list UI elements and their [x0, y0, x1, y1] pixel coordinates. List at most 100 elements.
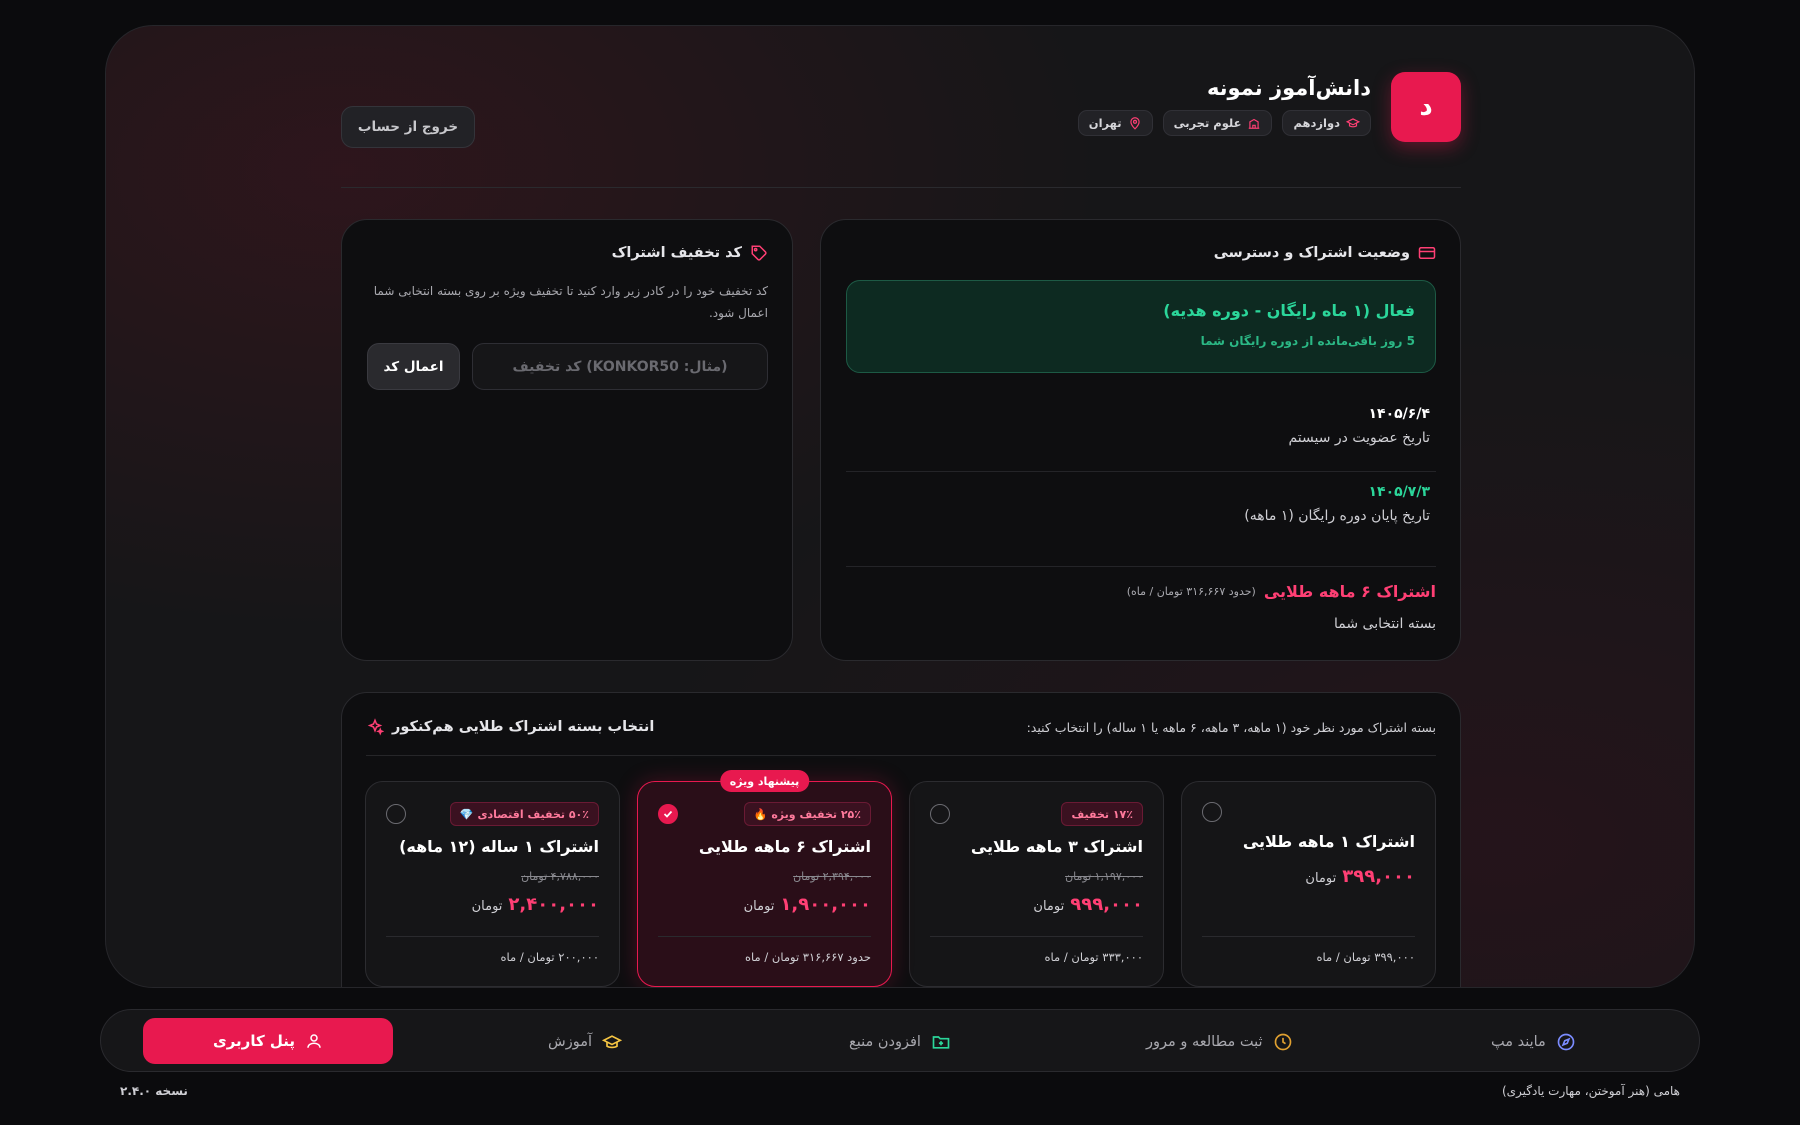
- plan-title: اشتراک ۳ ماهه طلایی: [970, 837, 1143, 856]
- active-status-box: فعال (۱ ماه رایگان - دوره هدیه) 5 روز با…: [846, 280, 1436, 373]
- badge-label: ۵۰٪ تخفیف اقتصادی: [477, 807, 589, 821]
- apply-code-button[interactable]: اعمال کد: [367, 343, 460, 390]
- field-chip: علوم تجربی: [1162, 110, 1273, 136]
- sparkles-icon: [367, 718, 384, 736]
- discount-code-input[interactable]: [472, 343, 768, 390]
- row-divider: [846, 471, 1436, 472]
- plan-title: اشتراک ۶ ماهه طلایی: [698, 837, 871, 856]
- plan-monthly: ۳۳۳,۰۰۰ تومان / ماه: [1044, 950, 1144, 964]
- price-line: ۱,۹۰۰,۰۰۰ تومان: [744, 894, 871, 915]
- discount-code-card: کد تخفیف اشتراک کد تخفیف خود را در کادر …: [341, 219, 793, 661]
- plans-section: انتخاب بسته اشتراک طلایی هم‌کنکور بسته ا…: [341, 692, 1461, 987]
- content-area: د دانش‌آموز نمونه دوازدهم علوم تجربی تهر…: [341, 26, 1461, 987]
- grade-chip: دوازدهم: [1282, 110, 1371, 136]
- plan-title: اشتراک ۱ ساله (۱۲ ماهه): [399, 837, 599, 856]
- folder-plus-icon: [932, 1035, 950, 1049]
- plan-radio[interactable]: [386, 804, 406, 824]
- end-date-value: ۱۴۰۵/۷/۳: [1368, 484, 1431, 500]
- discount-card-title: کد تخفیف اشتراک: [612, 244, 768, 262]
- avatar: د: [1391, 72, 1461, 142]
- nav-study-log-label: ثبت مطالعه و مرور: [1146, 1033, 1263, 1050]
- discount-badge: ۵۰٪ تخفیف اقتصادی 💎: [449, 802, 599, 826]
- active-status-title: فعال (۱ ماه رایگان - دوره هدیه): [1163, 301, 1415, 320]
- special-offer-tag: پیشنهاد ویژه: [719, 770, 810, 792]
- credit-card-icon: [1418, 247, 1436, 259]
- plan-price: ۹۹۹,۰۰۰: [1070, 894, 1143, 915]
- discount-badge: ۱۷٪ تخفیف: [1061, 802, 1143, 826]
- badge-label: ۱۷٪ تخفیف: [1071, 807, 1133, 821]
- profile-chips: دوازدهم علوم تجربی تهران: [1077, 110, 1371, 136]
- discount-description: کد تخفیف خود را در کادر زیر وارد کنید تا…: [373, 284, 768, 320]
- app-tagline: هامی (هنر آموختن، مهارت یادگیری): [1501, 1084, 1680, 1098]
- city-label: تهران: [1088, 116, 1122, 130]
- map-pin-icon: [1129, 117, 1140, 130]
- plan-currency: تومان: [471, 899, 503, 914]
- plan-divider: [930, 936, 1143, 937]
- plan-divider: [658, 936, 871, 937]
- nav-mindmap-label: مایند مپ: [1491, 1033, 1546, 1050]
- plan-price: ۲,۴۰۰,۰۰۰: [508, 894, 599, 915]
- join-date-value: ۱۴۰۵/۶/۴: [1368, 406, 1431, 422]
- price-line: ۲,۴۰۰,۰۰۰ تومان: [472, 894, 599, 915]
- nav-study-log[interactable]: ثبت مطالعه و مرور: [1146, 1010, 1293, 1073]
- price-line: ۹۹۹,۰۰۰ تومان: [1033, 894, 1143, 915]
- plan-radio-checked[interactable]: [658, 804, 678, 824]
- check-icon: [663, 810, 673, 818]
- user-icon: [307, 1034, 321, 1048]
- plan-grid: اشتراک ۱ ماهه طلایی ۳۹۹,۰۰۰ تومان ۳۹۹,۰۰…: [365, 770, 1436, 987]
- active-status-subtitle: 5 روز باقی‌مانده از دوره رایگان شما: [1200, 334, 1415, 348]
- nav-education-label: آموزش: [548, 1033, 592, 1050]
- row-divider: [846, 566, 1436, 567]
- plan-price: ۳۹۹,۰۰۰: [1342, 866, 1415, 887]
- end-date-row: ۱۴۰۵/۷/۳ تاریخ پایان دوره رایگان (۱ ماهه…: [1244, 484, 1430, 524]
- plan-monthly: حدود ۳۱۶,۶۶۷ تومان / ماه: [745, 950, 871, 964]
- selected-plan-approx: (حدود ۳۱۶,۶۶۷ تومان / ماه): [1126, 585, 1256, 598]
- plan-card-12-month[interactable]: ۵۰٪ تخفیف اقتصادی 💎 اشتراک ۱ ساله (۱۲ ما…: [365, 781, 620, 987]
- plans-title-text: انتخاب بسته اشتراک طلایی هم‌کنکور: [392, 719, 655, 735]
- clock-icon: [1274, 1033, 1291, 1050]
- header-divider: [341, 187, 1461, 188]
- selected-plan-line: اشتراک ۶ ماهه طلایی (حدود ۳۱۶,۶۶۷ تومان …: [1127, 582, 1436, 601]
- plans-hint: بسته اشتراک مورد نظر خود (۱ ماهه، ۳ ماهه…: [1026, 720, 1436, 735]
- plan-card-1-month[interactable]: اشتراک ۱ ماهه طلایی ۳۹۹,۰۰۰ تومان ۳۹۹,۰۰…: [1181, 781, 1436, 987]
- join-date-row: ۱۴۰۵/۶/۴ تاریخ عضویت در سیستم: [1288, 406, 1430, 446]
- nav-user-panel-label: پنل کاربری: [212, 1032, 296, 1050]
- plan-currency: تومان: [1033, 899, 1065, 914]
- selected-plan-label: بسته انتخابی شما: [1334, 616, 1436, 632]
- plan-radio[interactable]: [930, 804, 950, 824]
- nav-add-resource[interactable]: افزودن منبع: [849, 1010, 951, 1073]
- plan-card-6-month[interactable]: پیشنهاد ویژه ۲۵٪ تخفیف ویژه 🔥 اشتراک ۶ م…: [637, 770, 892, 987]
- plan-monthly: ۲۰۰,۰۰۰ تومان / ماه: [500, 950, 600, 964]
- logout-button[interactable]: خروج از حساب: [341, 106, 475, 148]
- school-icon: [1249, 118, 1260, 129]
- subscription-status-card: وضعیت اشتراک و دسترسی فعال (۱ ماه رایگان…: [820, 219, 1461, 661]
- selected-plan-name: اشتراک ۶ ماهه طلایی: [1263, 582, 1436, 601]
- badge-label: ۲۵٪ تخفیف ویژه: [771, 807, 861, 821]
- nav-mindmap[interactable]: مایند مپ: [1491, 1010, 1576, 1073]
- plan-card-3-month[interactable]: ۱۷٪ تخفیف اشتراک ۳ ماهه طلایی ۱,۱۹۷,۰۰۰ …: [909, 781, 1164, 987]
- plans-section-title: انتخاب بسته اشتراک طلایی هم‌کنکور: [366, 718, 654, 736]
- diamond-icon: 💎: [459, 807, 474, 821]
- app-frame: د دانش‌آموز نمونه دوازدهم علوم تجربی تهر…: [105, 25, 1695, 988]
- discount-badge: ۲۵٪ تخفیف ویژه 🔥: [743, 802, 871, 826]
- profile-header: د دانش‌آموز نمونه دوازدهم علوم تجربی تهر…: [341, 66, 1461, 166]
- plan-old-price: ۱,۱۹۷,۰۰۰ تومان: [1065, 870, 1143, 883]
- field-label: علوم تجربی: [1173, 116, 1242, 130]
- plan-divider: [1202, 936, 1415, 937]
- price-line: ۳۹۹,۰۰۰ تومان: [1305, 866, 1415, 887]
- nav-education[interactable]: آموزش: [548, 1010, 622, 1073]
- plan-radio[interactable]: [1202, 802, 1222, 822]
- plan-monthly: ۳۹۹,۰۰۰ تومان / ماه: [1316, 950, 1416, 964]
- compass-icon: [1557, 1033, 1575, 1050]
- plan-title: اشتراک ۱ ماهه طلایی: [1242, 832, 1415, 851]
- student-name: دانش‌آموز نمونه: [1206, 76, 1371, 100]
- nav-add-resource-label: افزودن منبع: [849, 1033, 921, 1050]
- plan-currency: تومان: [743, 899, 775, 914]
- graduation-cap-icon: [602, 1034, 622, 1048]
- plan-old-price: ۲,۳۹۴,۰۰۰ تومان: [793, 870, 871, 883]
- plan-divider: [386, 936, 599, 937]
- status-title-text: وضعیت اشتراک و دسترسی: [1213, 245, 1410, 261]
- nav-user-panel-button[interactable]: پنل کاربری: [143, 1018, 393, 1064]
- app-version: نسخه ۲.۴.۰: [120, 1084, 188, 1098]
- bottom-nav: پنل کاربری آموزش افزودن منبع ثبت مطالعه …: [100, 1009, 1700, 1072]
